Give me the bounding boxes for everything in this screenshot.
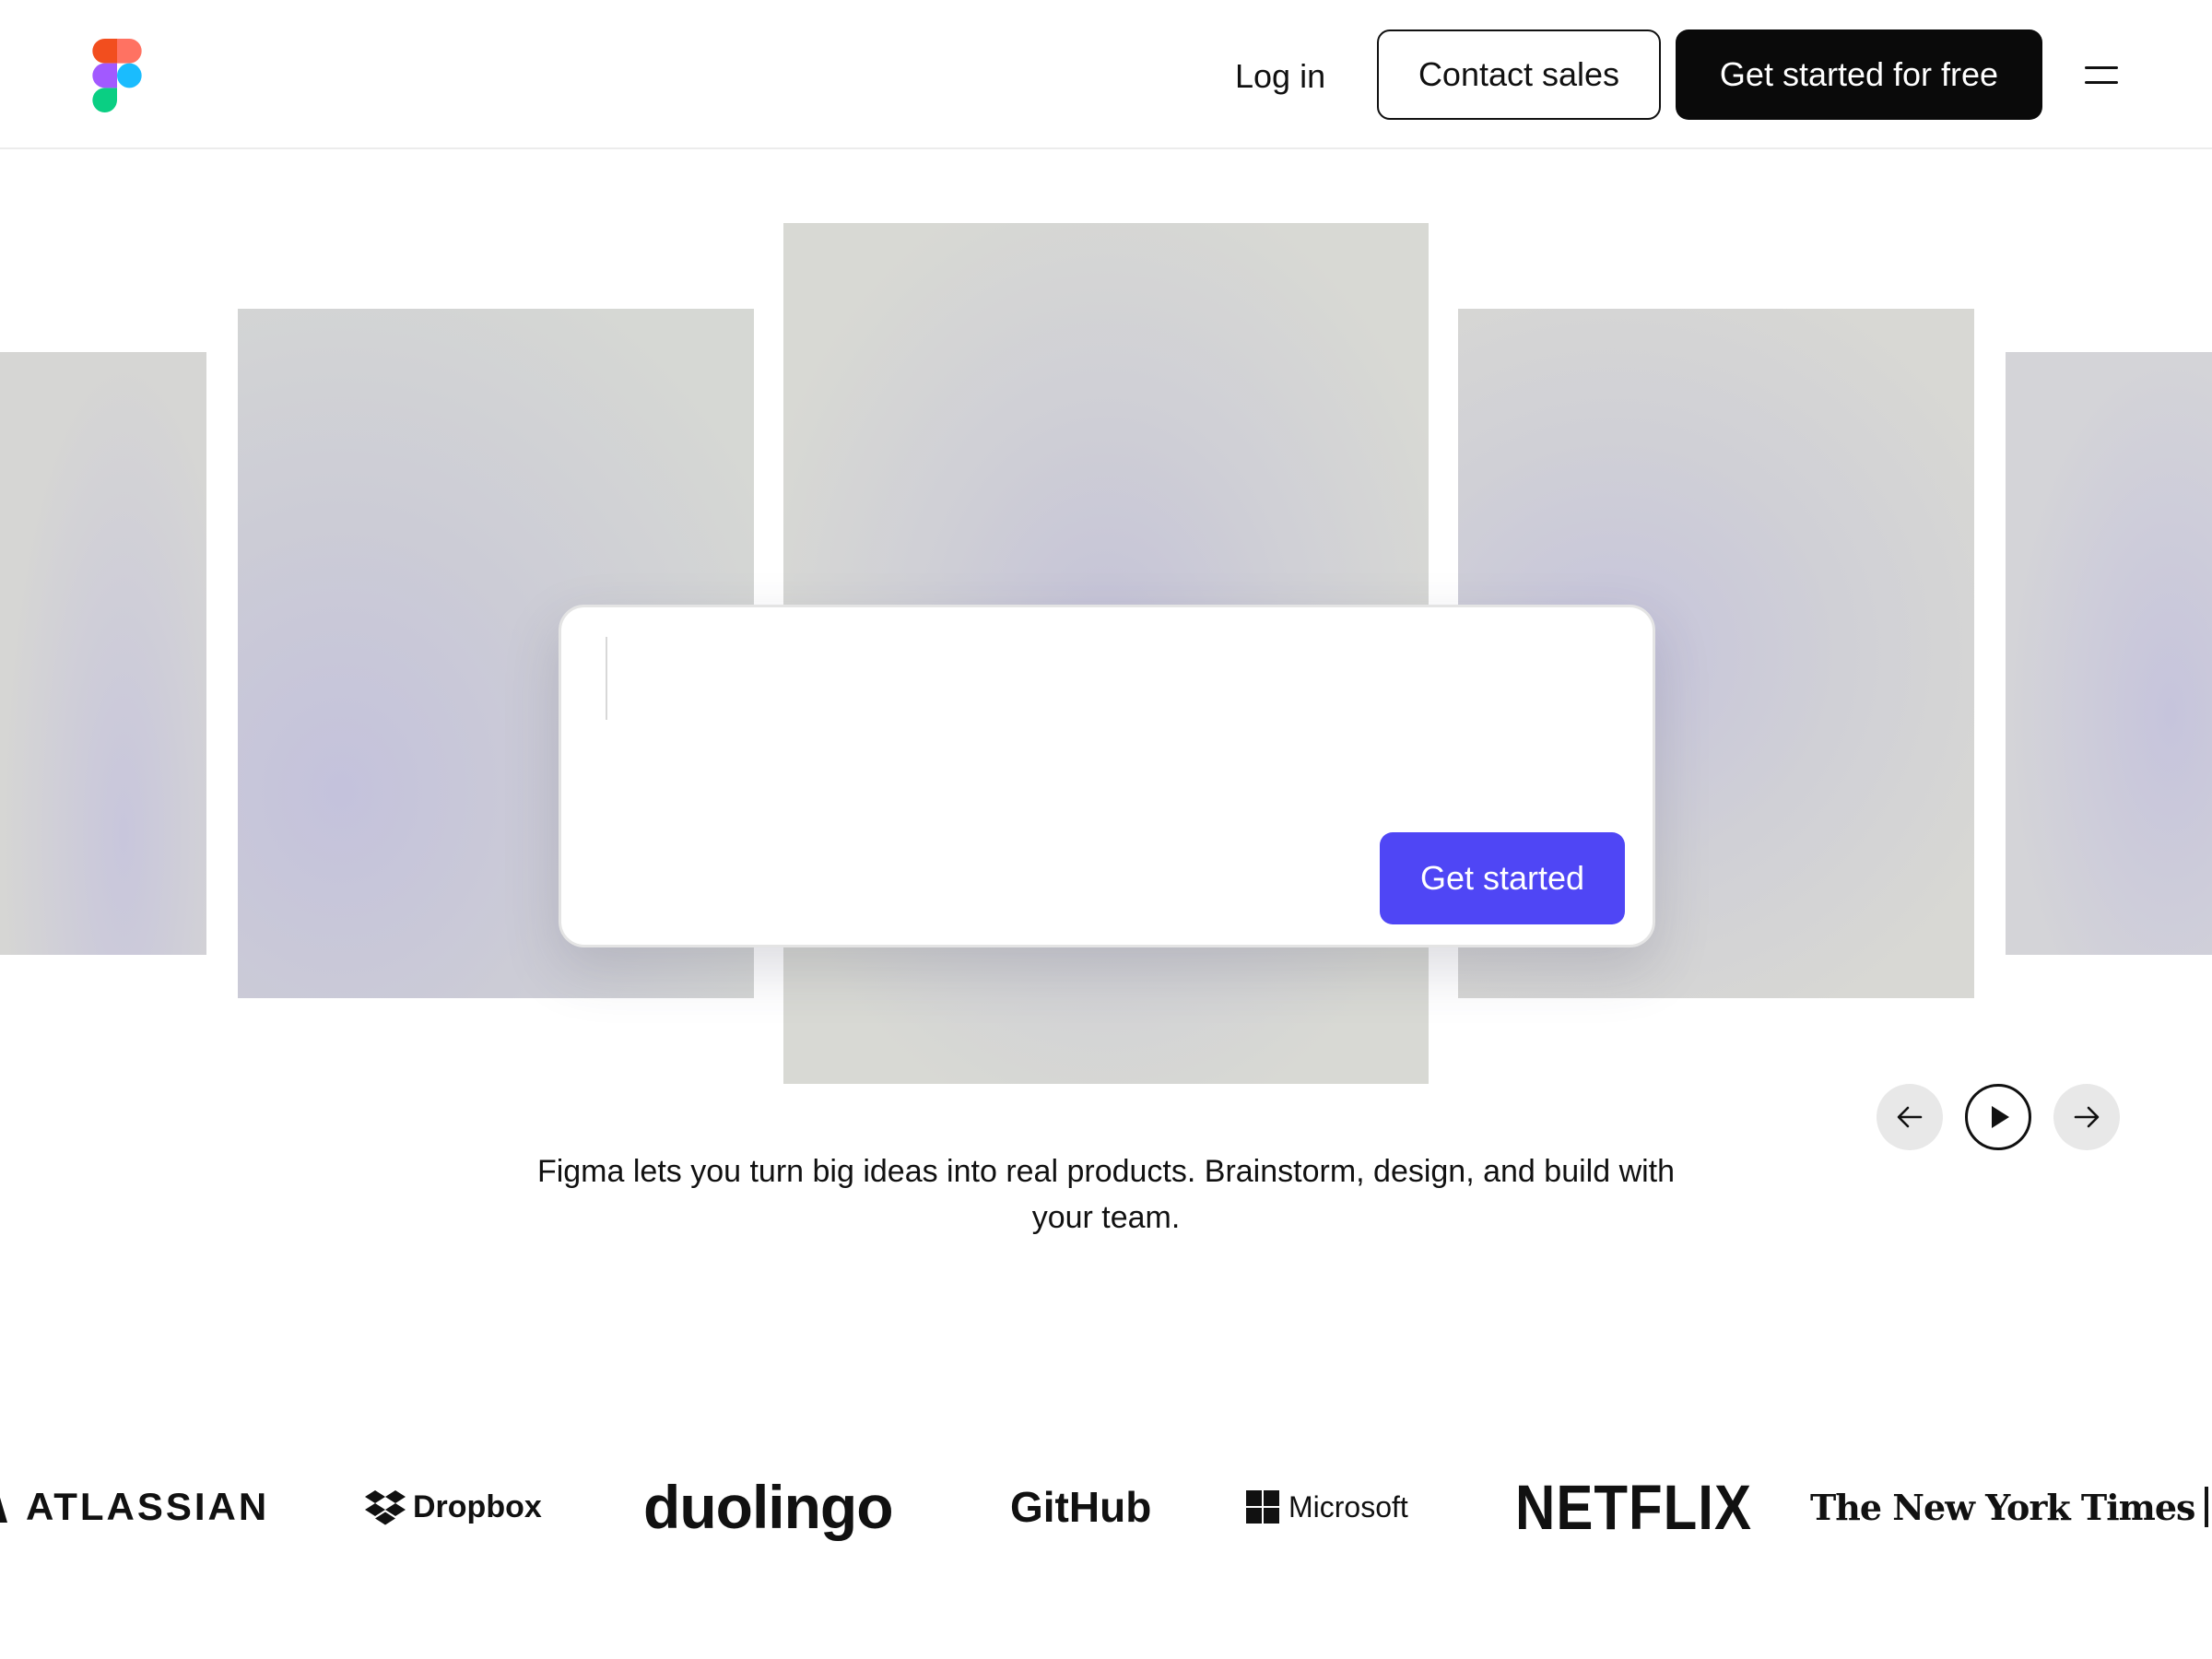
microsoft-logo-text: Microsoft bbox=[1288, 1489, 1408, 1524]
dropbox-icon bbox=[365, 1490, 406, 1525]
carousel-play-button[interactable] bbox=[1965, 1084, 2031, 1150]
github-logo: GitHub bbox=[1010, 1483, 1152, 1531]
hero-tagline: Figma lets you turn big ideas into real … bbox=[536, 1154, 1676, 1235]
get-started-free-button[interactable]: Get started for free bbox=[1676, 29, 2042, 120]
prompt-input[interactable] bbox=[606, 635, 1527, 746]
figma-logo-icon[interactable] bbox=[91, 39, 143, 112]
atlassian-logo-text: ATLASSIAN bbox=[26, 1485, 270, 1528]
arrow-right-icon bbox=[2074, 1106, 2100, 1128]
nyt-logo: The New York Times bbox=[1810, 1486, 2195, 1528]
netflix-logo: NETFLIX bbox=[1515, 1471, 1752, 1543]
login-link[interactable]: Log in bbox=[1235, 50, 1325, 103]
carousel-panel bbox=[0, 352, 206, 955]
play-icon bbox=[1992, 1106, 2009, 1128]
site-header: Log in Contact sales Get started for fre… bbox=[0, 0, 2212, 149]
atlassian-logo: ATLASSIAN bbox=[0, 1456, 269, 1558]
arrow-left-icon bbox=[1897, 1106, 1923, 1128]
partial-logo-edge bbox=[2205, 1487, 2208, 1527]
microsoft-icon bbox=[1246, 1490, 1279, 1524]
contact-sales-button[interactable]: Contact sales bbox=[1377, 29, 1661, 120]
carousel-next-button[interactable] bbox=[2053, 1084, 2120, 1150]
microsoft-logo: Microsoft bbox=[1246, 1456, 1408, 1558]
dropbox-logo-text: Dropbox bbox=[413, 1488, 542, 1524]
dropbox-logo: Dropbox bbox=[365, 1456, 542, 1558]
carousel-prev-button[interactable] bbox=[1877, 1084, 1943, 1150]
prompt-card: Get started bbox=[559, 605, 1655, 947]
customer-logos: ATLASSIAN Dropbox duolingo GitHub Micros… bbox=[0, 1456, 2212, 1558]
atlassian-mark-icon bbox=[0, 1491, 7, 1523]
get-started-button[interactable]: Get started bbox=[1380, 832, 1625, 924]
hamburger-menu-icon[interactable] bbox=[2081, 57, 2122, 94]
duolingo-logo: duolingo bbox=[643, 1473, 894, 1541]
carousel-panel bbox=[2006, 352, 2212, 955]
